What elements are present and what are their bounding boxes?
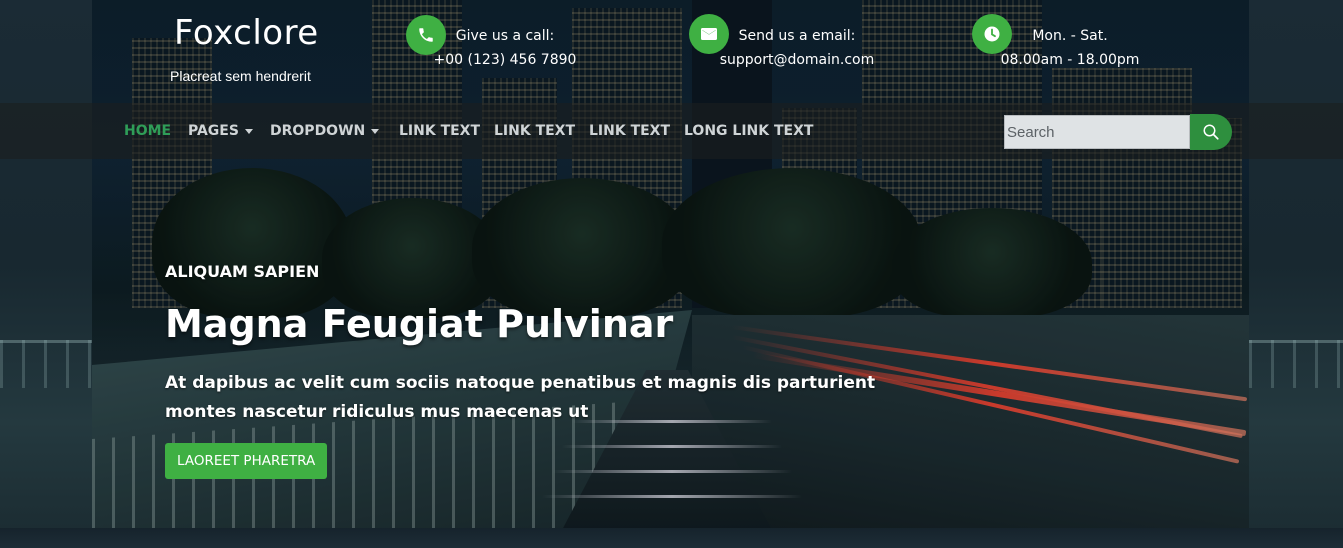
contact-call: Give us a call: +00 (123) 456 7890 bbox=[430, 24, 580, 72]
hero-eyebrow: ALIQUAM SAPIEN bbox=[165, 262, 320, 281]
bottom-strip bbox=[0, 528, 1343, 548]
hero-title: Magna Feugiat Pulvinar bbox=[165, 302, 674, 346]
contact-hours-label: Mon. - Sat. bbox=[1032, 28, 1108, 44]
contact-hours: Mon. - Sat. 08.00am - 18.00pm bbox=[995, 24, 1145, 72]
contact-email-label: Send us a email: bbox=[738, 28, 856, 44]
chevron-down-icon bbox=[371, 128, 380, 134]
contact-email: Send us a email: support@domain.com bbox=[712, 24, 882, 72]
site-tagline: Placreat sem hendrerit bbox=[170, 68, 311, 84]
background-side-left bbox=[0, 0, 92, 528]
nav-item-dropdown-label: DROPDOWN bbox=[270, 123, 366, 139]
site-logo[interactable]: Foxclore bbox=[174, 13, 319, 53]
nav-item-link-3[interactable]: LINK TEXT bbox=[589, 121, 670, 141]
chevron-down-icon bbox=[244, 128, 253, 134]
nav-item-dropdown[interactable]: DROPDOWN bbox=[270, 121, 380, 141]
nav-item-long-link[interactable]: LONG LINK TEXT bbox=[684, 121, 813, 141]
page: Foxclore Placreat sem hendrerit Give us … bbox=[0, 0, 1343, 548]
hero-description: At dapibus ac velit cum sociis natoque p… bbox=[165, 373, 876, 422]
nav-item-pages-label: PAGES bbox=[188, 123, 239, 139]
hero-cta-button[interactable]: LAOREET PHARETRA bbox=[165, 443, 328, 479]
contact-hours-value: 08.00am - 18.00pm bbox=[1000, 52, 1140, 68]
nav-item-pages[interactable]: PAGES bbox=[188, 121, 253, 141]
contact-call-label: Give us a call: bbox=[455, 28, 555, 44]
search-input[interactable] bbox=[1004, 115, 1190, 149]
search-button[interactable] bbox=[1190, 114, 1232, 150]
background-side-right bbox=[1249, 0, 1343, 528]
nav-item-link-1[interactable]: LINK TEXT bbox=[399, 121, 480, 141]
search-icon bbox=[1203, 124, 1219, 140]
nav-item-home[interactable]: HOME bbox=[124, 121, 171, 141]
nav-item-link-2[interactable]: LINK TEXT bbox=[494, 121, 575, 141]
contact-call-value[interactable]: +00 (123) 456 7890 bbox=[430, 48, 580, 72]
contact-email-value[interactable]: support@domain.com bbox=[712, 48, 882, 72]
